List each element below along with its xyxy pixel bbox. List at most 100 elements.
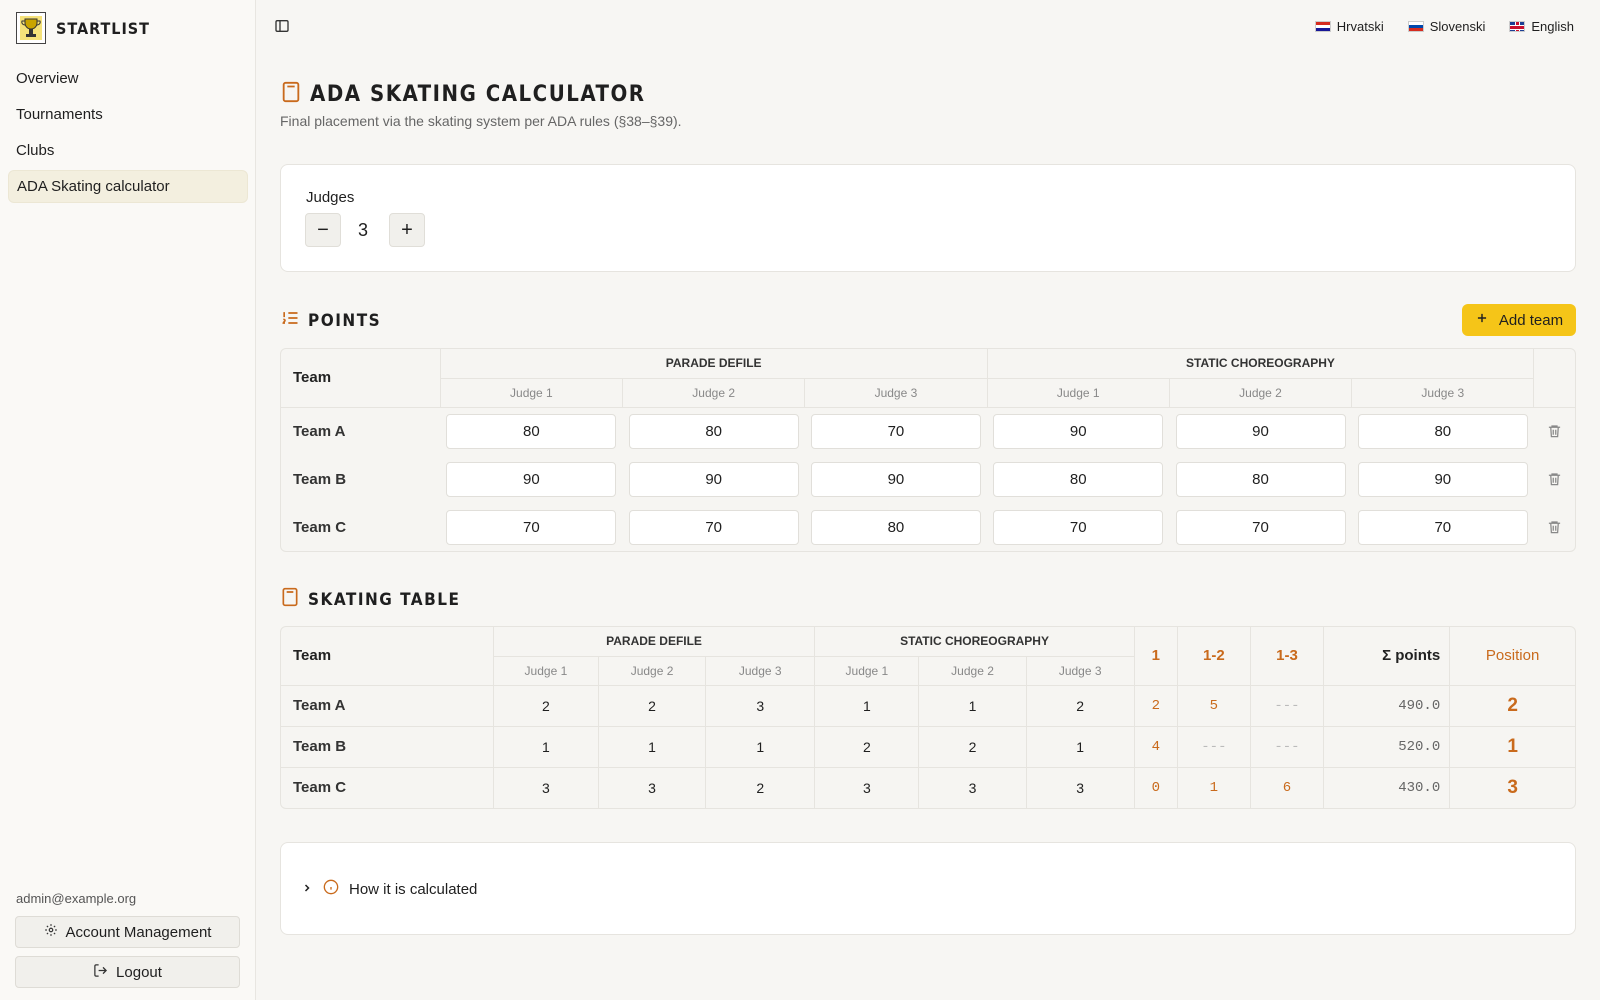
- points-input[interactable]: 70: [628, 509, 799, 545]
- sidebar-item-ada-skating-calculator[interactable]: ADA Skating calculator: [8, 170, 248, 203]
- place-cell: 2: [492, 684, 599, 726]
- delete-team-button[interactable]: [1534, 471, 1575, 487]
- account-management-label: Account Management: [65, 923, 212, 941]
- croatia-flag-icon: [1314, 21, 1331, 32]
- points-input[interactable]: 70: [810, 413, 981, 449]
- points-input[interactable]: 70: [446, 509, 617, 545]
- judges-increment-button[interactable]: +: [389, 213, 425, 247]
- gear-icon: [44, 923, 58, 941]
- sidebar-toggle-icon: [274, 18, 290, 39]
- team-name: Team B: [281, 725, 494, 767]
- points-input[interactable]: 90: [446, 461, 617, 497]
- how-it-is-calculated-label: How it is calculated: [349, 880, 478, 898]
- points-input[interactable]: 70: [1357, 509, 1528, 545]
- points-input[interactable]: 80: [628, 413, 799, 449]
- language-hrvatski[interactable]: Hrvatski: [1314, 19, 1384, 34]
- add-team-button[interactable]: Add team: [1462, 304, 1576, 336]
- points-input[interactable]: 70: [1175, 509, 1346, 545]
- points-input[interactable]: 80: [810, 509, 981, 545]
- skating-table-title: SKATING TABLE: [308, 589, 461, 610]
- trash-icon: [1548, 425, 1561, 438]
- judge-column-header: Judge 3: [705, 655, 815, 685]
- brand-name: STARTLIST: [56, 18, 150, 38]
- sidebar-nav: Overview Tournaments Clubs ADA Skating c…: [8, 62, 248, 206]
- sum-points-cell: 490.0: [1323, 684, 1450, 726]
- judges-label: Judges: [306, 189, 355, 206]
- points-header: POINTS: [280, 308, 381, 333]
- points-input[interactable]: 90: [1357, 461, 1528, 497]
- language-label: English: [1531, 19, 1574, 34]
- delete-team-button[interactable]: [1534, 519, 1575, 535]
- points-input[interactable]: 80: [993, 461, 1164, 497]
- language-slovenski[interactable]: Slovenski: [1407, 19, 1485, 34]
- table-row: Team B 1 1 1 2 2 1 4 --- --- 520.0 1: [281, 725, 1575, 767]
- place-cell: 3: [492, 766, 599, 808]
- table-row: Team A 80 80 70 90 90 80: [281, 407, 1575, 455]
- judge-column-header: Judge 2: [597, 655, 706, 685]
- sidebar-item-label: ADA Skating calculator: [17, 178, 170, 195]
- team-column-header: Team: [293, 369, 332, 387]
- majority-1-2-cell: ---: [1176, 725, 1251, 767]
- logout-label: Logout: [116, 963, 162, 981]
- judge-column-header: Judge 1: [986, 377, 1170, 407]
- position-header: Position: [1449, 627, 1575, 685]
- skating-table-header: SKATING TABLE: [280, 587, 460, 612]
- points-title: POINTS: [308, 310, 382, 331]
- place-cell: 2: [597, 684, 706, 726]
- judges-decrement-button[interactable]: −: [305, 213, 341, 247]
- team-column-header: Team: [293, 647, 332, 665]
- sidebar-item-label: Clubs: [16, 142, 55, 159]
- points-input[interactable]: 80: [446, 413, 617, 449]
- sidebar-item-overview[interactable]: Overview: [8, 62, 248, 95]
- majority-1-2-cell: 5: [1176, 684, 1251, 726]
- group-header-static-choreography: STATIC CHOREOGRAPHY: [986, 349, 1534, 378]
- points-input[interactable]: 70: [993, 509, 1164, 545]
- delete-team-button[interactable]: [1534, 423, 1575, 439]
- language-switcher: Hrvatski Slovenski English: [1314, 19, 1574, 34]
- table-row: Team C 3 3 2 3 3 3 0 1 6 430.0 3: [281, 766, 1575, 808]
- points-input[interactable]: 90: [1175, 413, 1346, 449]
- language-english[interactable]: English: [1509, 19, 1574, 34]
- place-cell: 3: [597, 766, 706, 808]
- place-cell: 2: [814, 725, 919, 767]
- sidebar-item-clubs[interactable]: Clubs: [8, 134, 248, 167]
- place-cell: 3: [705, 684, 815, 726]
- judge-column-header: Judge 3: [1025, 655, 1135, 685]
- logout-button[interactable]: Logout: [15, 956, 240, 988]
- table-row: Team C 70 70 80 70 70 70: [281, 503, 1575, 551]
- add-team-label: Add team: [1498, 311, 1564, 329]
- points-input[interactable]: 90: [810, 461, 981, 497]
- points-input[interactable]: 90: [628, 461, 799, 497]
- account-management-button[interactable]: Account Management: [15, 916, 240, 948]
- points-input[interactable]: 80: [1357, 413, 1528, 449]
- actions-column-header: [1533, 349, 1575, 407]
- majority-1-2-cell: 1: [1176, 766, 1251, 808]
- judge-column-header: Judge 1: [814, 655, 919, 685]
- majority-1-cell: 4: [1133, 725, 1178, 767]
- majority-1-cell: 0: [1133, 766, 1178, 808]
- trophy-logo-icon: [16, 12, 46, 44]
- page-title: ADA SKATING CALCULATOR: [310, 82, 646, 107]
- place-cell: 2: [705, 766, 815, 808]
- sidebar-item-label: Tournaments: [16, 106, 103, 123]
- how-it-is-calculated-card: How it is calculated: [280, 842, 1576, 935]
- majority-1-cell: 2: [1133, 684, 1178, 726]
- place-cell: 1: [597, 725, 706, 767]
- position-cell: 3: [1449, 766, 1575, 808]
- points-input[interactable]: 90: [993, 413, 1164, 449]
- language-label: Hrvatski: [1336, 19, 1384, 34]
- points-input[interactable]: 80: [1175, 461, 1346, 497]
- judge-column-header: Judge 1: [492, 655, 599, 685]
- logout-icon: [93, 963, 108, 982]
- sidebar-item-tournaments[interactable]: Tournaments: [8, 98, 248, 131]
- place-cell: 2: [1025, 684, 1135, 726]
- how-it-is-calculated-toggle[interactable]: How it is calculated: [301, 879, 477, 899]
- team-name: Team B: [293, 470, 347, 488]
- uk-flag-icon: [1509, 21, 1526, 32]
- group-header-parade-defile: PARADE DEFILE: [492, 627, 815, 656]
- position-cell: 1: [1449, 725, 1575, 767]
- user-email: admin@example.org: [16, 891, 137, 906]
- brand[interactable]: STARTLIST: [16, 12, 150, 44]
- majority-1-2-header: 1-2: [1176, 627, 1251, 685]
- sidebar-toggle-button[interactable]: [272, 18, 292, 38]
